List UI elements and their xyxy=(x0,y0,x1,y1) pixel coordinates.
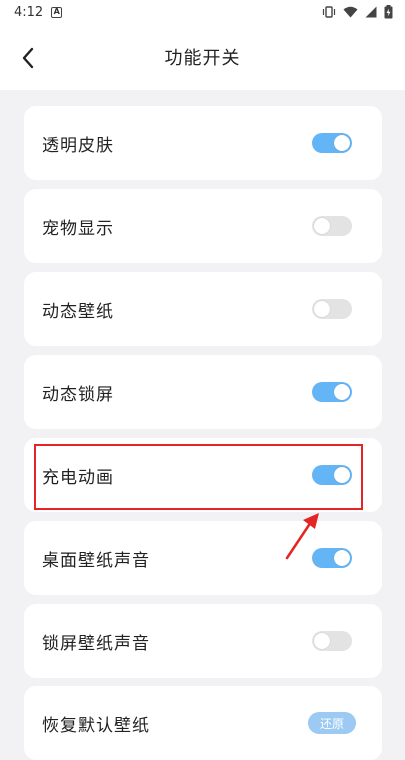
setting-label: 桌面壁纸声音 xyxy=(42,550,150,571)
setting-label: 充电动画 xyxy=(42,467,114,488)
toggle-knob xyxy=(334,135,350,151)
setting-label: 动态壁纸 xyxy=(42,301,114,322)
toggle-knob xyxy=(314,633,330,649)
setting-toggle[interactable] xyxy=(312,216,352,236)
setting-row: 动态壁纸 xyxy=(24,272,382,346)
setting-label: 透明皮肤 xyxy=(42,135,114,156)
setting-toggle[interactable] xyxy=(312,631,352,651)
setting-row: 充电动画 xyxy=(24,438,382,512)
status-time: 4:12 xyxy=(14,4,44,20)
toggle-knob xyxy=(314,301,330,317)
wifi-icon xyxy=(343,6,358,18)
app-notification-icon: A xyxy=(51,6,63,18)
battery-charging-icon xyxy=(384,5,393,19)
status-right xyxy=(322,5,393,19)
restore-default-row: 恢复默认壁纸 还原 xyxy=(24,686,382,760)
setting-row: 透明皮肤 xyxy=(24,106,382,180)
setting-toggle[interactable] xyxy=(312,299,352,319)
toggle-knob xyxy=(314,218,330,234)
setting-row: 动态锁屏 xyxy=(24,355,382,429)
page-title: 功能开关 xyxy=(164,48,241,69)
cellular-signal-icon xyxy=(365,6,377,18)
toggle-knob xyxy=(334,467,350,483)
status-left: 4:12 A xyxy=(14,4,63,20)
setting-toggle[interactable] xyxy=(312,548,352,568)
vibrate-icon xyxy=(322,6,336,18)
setting-toggle[interactable] xyxy=(312,382,352,402)
toggle-knob xyxy=(334,550,350,566)
setting-toggle[interactable] xyxy=(312,133,352,153)
setting-row: 锁屏壁纸声音 xyxy=(24,604,382,678)
setting-label: 恢复默认壁纸 xyxy=(42,715,150,736)
setting-label: 宠物显示 xyxy=(42,218,114,239)
chevron-left-icon xyxy=(22,47,34,69)
setting-row: 桌面壁纸声音 xyxy=(24,521,382,595)
status-bar: 4:12 A xyxy=(0,0,405,24)
toggle-knob xyxy=(334,384,350,400)
setting-label: 动态锁屏 xyxy=(42,384,114,405)
setting-toggle[interactable] xyxy=(312,465,352,485)
setting-label: 锁屏壁纸声音 xyxy=(42,633,150,654)
back-button[interactable] xyxy=(12,42,44,74)
setting-row: 宠物显示 xyxy=(24,189,382,263)
restore-button[interactable]: 还原 xyxy=(308,712,356,734)
header: 功能开关 xyxy=(0,24,405,90)
